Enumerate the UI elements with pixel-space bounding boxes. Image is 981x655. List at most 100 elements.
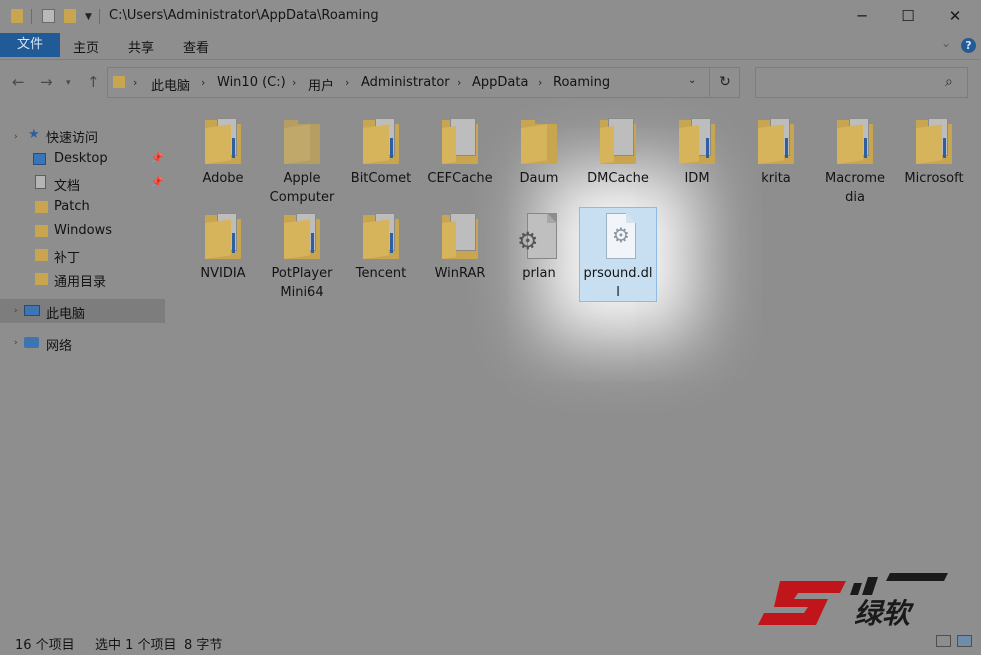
expand-ribbon-chevron-icon[interactable]: ⌄: [941, 36, 951, 50]
settings-file-icon: ⚙: [517, 213, 557, 261]
recent-locations-chevron-icon[interactable]: ▾: [66, 78, 71, 88]
maximize-button[interactable]: ☐: [898, 6, 918, 26]
folder-icon: [284, 118, 320, 166]
breadcrumb-separator-icon[interactable]: ›: [133, 76, 137, 89]
item-count: 16 个项目: [15, 638, 75, 653]
file-label: CEFCache: [427, 171, 493, 186]
folder-item[interactable]: Tencent: [341, 213, 421, 283]
watermark-text: 绿软: [854, 597, 915, 630]
tab-view[interactable]: 查看: [183, 37, 209, 56]
properties-icon[interactable]: [42, 9, 55, 23]
details-view-icon[interactable]: [936, 635, 951, 647]
breadcrumb-separator-icon[interactable]: ›: [292, 76, 296, 89]
divider: [99, 9, 100, 24]
this-pc-icon: [24, 305, 40, 316]
desktop-icon: [33, 153, 46, 165]
breadcrumb-separator-icon[interactable]: ›: [457, 76, 461, 89]
search-input[interactable]: [755, 67, 968, 98]
breadcrumb-separator-icon[interactable]: ›: [345, 76, 349, 89]
folder-icon: [35, 201, 48, 213]
dll-file-icon: ⚙: [600, 213, 636, 261]
close-button[interactable]: ✕: [945, 6, 965, 26]
folder-item[interactable]: BitComet: [341, 118, 421, 188]
pin-icon[interactable]: 📌: [151, 177, 163, 188]
collapse-chevron-icon[interactable]: ›: [14, 132, 18, 142]
folder-icon: [521, 118, 557, 166]
file-label: Adobe: [202, 171, 244, 186]
forward-arrow-icon[interactable]: →: [40, 73, 53, 91]
folder-item[interactable]: CEFCache: [420, 118, 500, 188]
expand-chevron-icon[interactable]: ›: [14, 338, 18, 348]
sidebar-item-documents[interactable]: 文档: [54, 175, 80, 194]
sidebar-item-quick-access[interactable]: 快速访问: [46, 127, 98, 146]
pin-icon[interactable]: 📌: [151, 153, 163, 164]
folder-icon: [837, 118, 873, 166]
tab-file[interactable]: 文件: [0, 33, 60, 57]
file-label: NVIDIA: [200, 266, 246, 281]
sidebar-item-windows[interactable]: Windows: [54, 223, 112, 238]
file-label: PotPlayer Mini64: [271, 266, 333, 300]
tab-home[interactable]: 主页: [73, 37, 99, 56]
breadcrumb-administrator[interactable]: Administrator: [361, 75, 450, 90]
folder-icon: [363, 118, 399, 166]
folder-icon: [916, 118, 952, 166]
breadcrumb-separator-icon[interactable]: ›: [538, 76, 542, 89]
minimize-button[interactable]: ─: [852, 6, 872, 26]
folder-item[interactable]: Macrome dia: [815, 118, 895, 207]
breadcrumb-separator-icon[interactable]: ›: [201, 76, 205, 89]
breadcrumb-drive[interactable]: Win10 (C:): [217, 75, 286, 90]
folder-icon: [35, 249, 48, 261]
folder-item[interactable]: NVIDIA: [183, 213, 263, 283]
file-label: IDM: [684, 171, 710, 186]
file-label: WinRAR: [434, 266, 486, 281]
gear-icon: ⚙: [517, 227, 539, 255]
sidebar-item-patch[interactable]: Patch: [54, 199, 90, 214]
folder-item[interactable]: Apple Computer: [262, 118, 342, 207]
folder-icon: [11, 9, 23, 23]
sidebar-item-patches[interactable]: 补丁: [54, 247, 80, 266]
file-item-selected[interactable]: ⚙ prsound.dl l: [578, 213, 658, 302]
file-label: BitComet: [350, 171, 412, 186]
file-label: prlan: [522, 266, 556, 281]
sidebar-item-general-directory[interactable]: 通用目录: [54, 271, 106, 290]
new-folder-icon[interactable]: [64, 9, 76, 23]
breadcrumb-this-pc[interactable]: 此电脑: [151, 75, 190, 94]
back-arrow-icon[interactable]: ←: [12, 73, 25, 91]
sidebar-item-this-pc[interactable]: 此电脑: [46, 303, 85, 322]
selection-size: 8 字节: [184, 638, 223, 653]
folder-icon: [600, 118, 636, 166]
divider: [31, 9, 32, 24]
folder-item[interactable]: PotPlayer Mini64: [262, 213, 342, 302]
refresh-icon[interactable]: ↻: [709, 67, 740, 98]
folder-item[interactable]: Microsoft: [894, 118, 974, 188]
tab-share[interactable]: 共享: [128, 37, 154, 56]
sidebar-item-desktop[interactable]: Desktop: [54, 151, 108, 166]
file-label: Daum: [519, 171, 559, 186]
document-icon: [35, 175, 46, 189]
folder-item[interactable]: Daum: [499, 118, 579, 188]
up-arrow-icon[interactable]: ↑: [87, 73, 100, 91]
breadcrumb-roaming[interactable]: Roaming: [553, 75, 610, 90]
search-icon: ⌕: [945, 74, 953, 90]
folder-item[interactable]: WinRAR: [420, 213, 500, 283]
star-icon: ★: [28, 127, 40, 142]
gear-icon: ⚙: [612, 223, 630, 247]
file-label: Macrome dia: [824, 171, 885, 205]
large-icons-view-icon[interactable]: [957, 635, 972, 647]
logo-mark-icon: [758, 573, 948, 625]
customize-toolbar-chevron-icon[interactable]: ▼: [85, 12, 92, 22]
expand-chevron-icon[interactable]: ›: [14, 306, 18, 316]
breadcrumb-appdata[interactable]: AppData: [472, 75, 528, 90]
selection-count: 选中 1 个项目: [95, 638, 177, 653]
file-label: DMCache: [587, 171, 649, 186]
help-icon[interactable]: ?: [961, 38, 976, 53]
folder-item[interactable]: DMCache: [578, 118, 658, 188]
folder-item[interactable]: Adobe: [183, 118, 263, 188]
address-history-chevron-icon[interactable]: ⌄: [688, 75, 696, 86]
folder-item[interactable]: krita: [736, 118, 816, 188]
breadcrumb-users[interactable]: 用户: [308, 75, 334, 94]
sidebar-item-network[interactable]: 网络: [46, 335, 72, 354]
file-item[interactable]: ⚙ prlan: [499, 213, 579, 283]
folder-icon: [205, 213, 241, 261]
folder-item[interactable]: IDM: [657, 118, 737, 188]
